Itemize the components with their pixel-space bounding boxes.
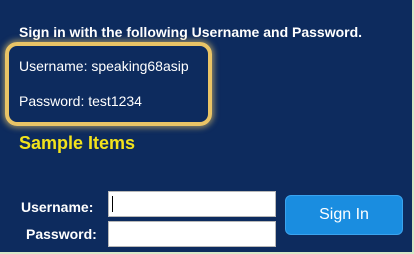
credentials-password-text: Password: test1234 [19,93,142,109]
credentials-username-text: Username: speaking68asip [19,58,189,74]
username-input[interactable] [108,191,276,217]
password-input[interactable] [108,221,276,247]
username-label: Username: [21,199,94,215]
instructions-text: Sign in with the following Username and … [19,24,363,40]
password-label: Password: [26,226,97,242]
text-cursor [112,196,113,212]
credentials-highlight-box [5,42,212,126]
section-title: Sample Items [19,133,136,153]
sign-in-button[interactable]: Sign In [285,195,403,235]
